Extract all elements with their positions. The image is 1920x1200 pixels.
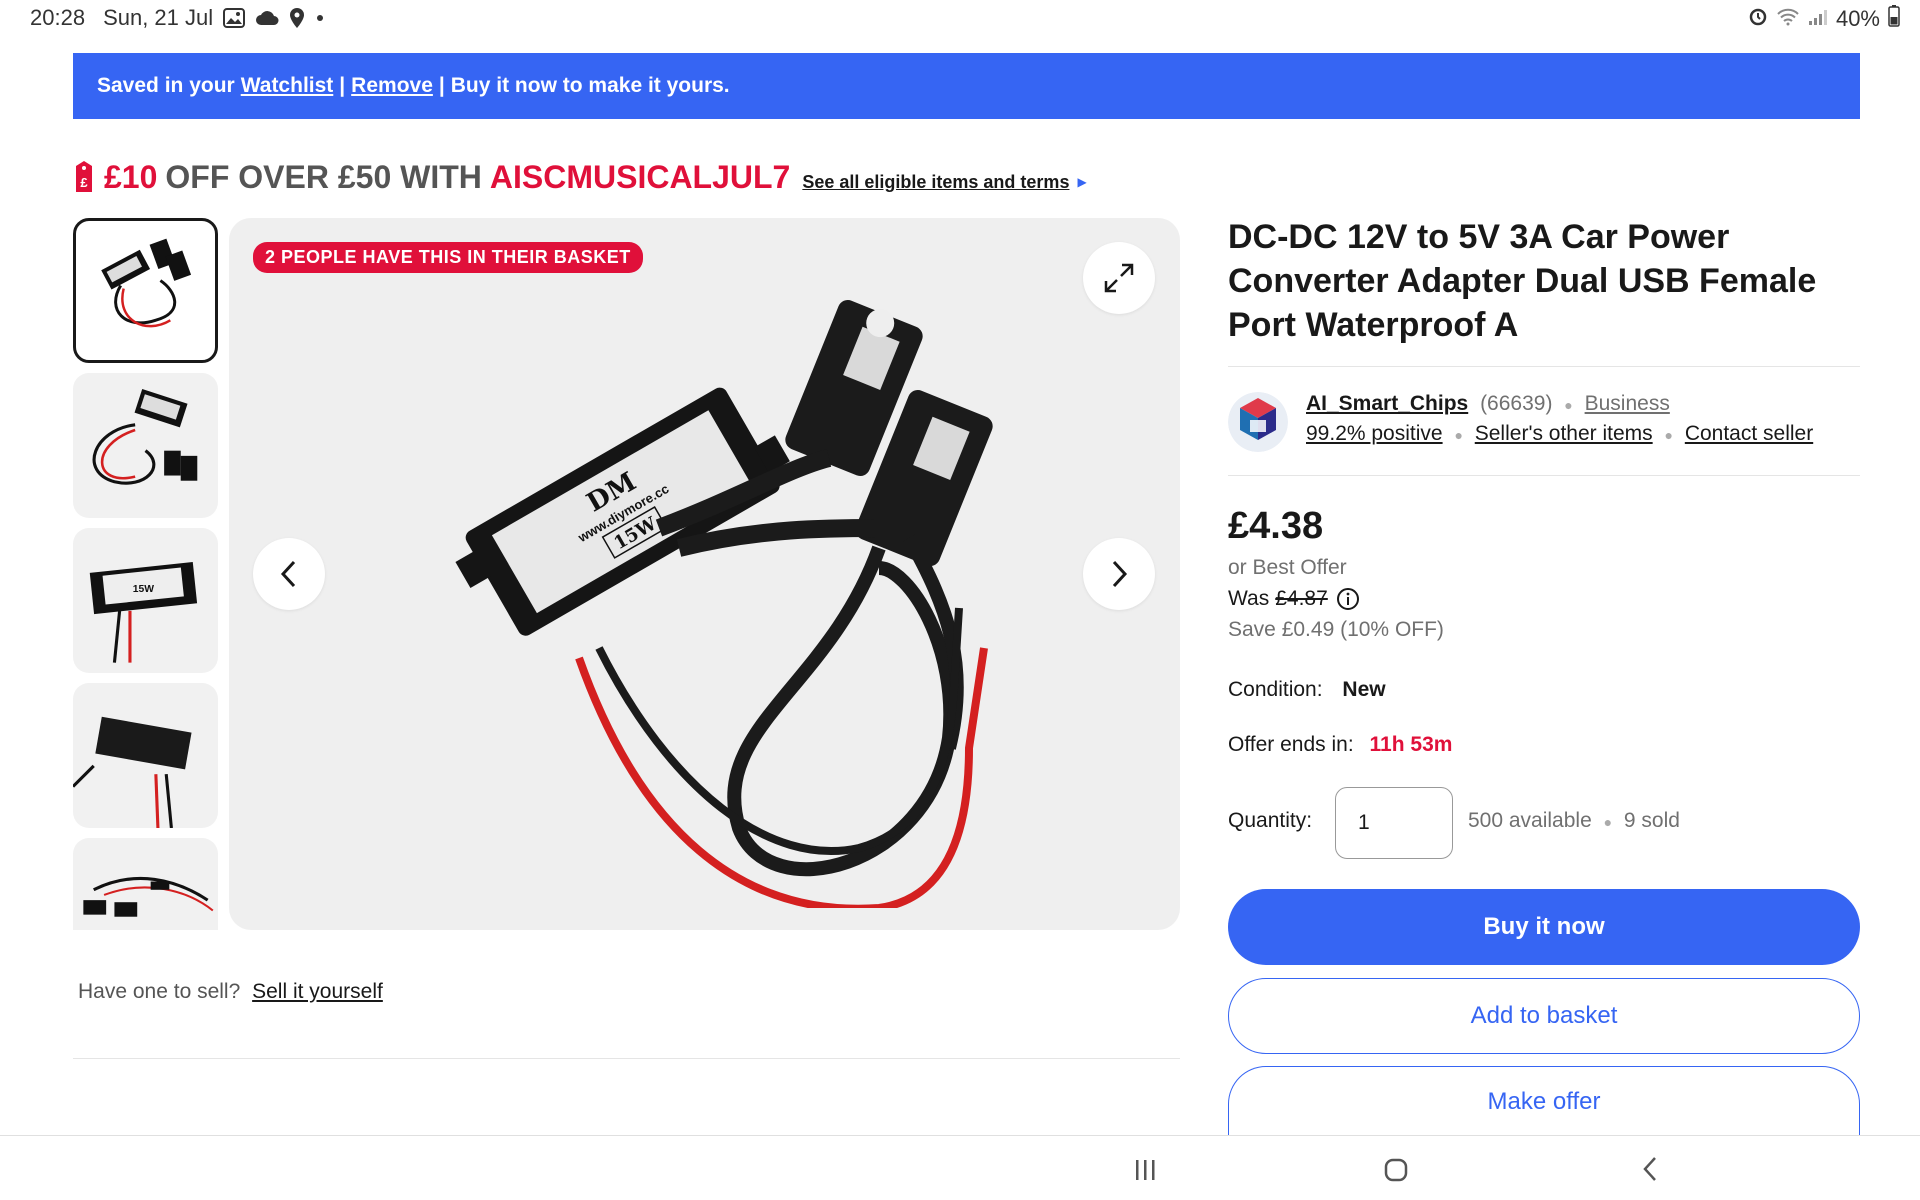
notification-dot-icon bbox=[315, 13, 325, 23]
coupon-tag-icon: £ bbox=[76, 161, 92, 192]
separator-dot: ● bbox=[1564, 397, 1573, 413]
add-to-basket-button[interactable]: Add to basket bbox=[1228, 978, 1860, 1054]
separator-dot: ● bbox=[1454, 427, 1463, 443]
seller-other-items-link[interactable]: Seller's other items bbox=[1475, 422, 1653, 445]
seller-avatar[interactable] bbox=[1228, 392, 1288, 452]
info-icon[interactable] bbox=[1336, 587, 1360, 611]
product-thumbnail-image bbox=[92, 389, 198, 485]
condition: Condition: New bbox=[1228, 678, 1386, 702]
product-thumbnail-image bbox=[83, 877, 214, 917]
offer-ends-value: 11h 53m bbox=[1369, 733, 1453, 756]
offer-timer: Offer ends in: 11h 53m bbox=[1228, 733, 1452, 757]
thumbnail-4[interactable] bbox=[73, 683, 218, 828]
banner-prefix: Saved in your bbox=[97, 74, 235, 97]
wifi-icon bbox=[1776, 6, 1800, 32]
product-thumbnail-image: 15W bbox=[89, 562, 198, 663]
divider bbox=[1228, 366, 1860, 367]
savings-text: Save £0.49 (10% OFF) bbox=[1228, 618, 1444, 641]
basket-count-badge: 2 PEOPLE HAVE THIS IN THEIR BASKET bbox=[253, 242, 643, 273]
banner-suffix: Buy it now to make it yours. bbox=[450, 74, 730, 97]
promo-amount: £10 bbox=[104, 158, 158, 195]
condition-label: Condition: bbox=[1228, 678, 1323, 701]
main-product-image[interactable]: DM www.diymore.cc 15W 2 PEOPLE HAVE THIS… bbox=[229, 218, 1180, 930]
alarm-icon bbox=[1748, 6, 1768, 32]
watchlist-link[interactable]: Watchlist bbox=[241, 74, 334, 98]
seller-feedback-link[interactable]: 99.2% positive bbox=[1306, 422, 1443, 445]
coupon-promo: £ £10 OFF OVER £50 WITH AISCMUSICALJUL7 … bbox=[72, 154, 1087, 200]
product-photo: DM www.diymore.cc 15W bbox=[455, 299, 993, 908]
promo-arrow-icon: ▶ bbox=[1077, 175, 1087, 189]
next-image-button[interactable] bbox=[1083, 538, 1155, 610]
signal-icon bbox=[1808, 6, 1828, 32]
make-offer-button[interactable]: Make offer bbox=[1228, 1066, 1860, 1136]
seller-feedback-count: (66639) bbox=[1480, 392, 1553, 415]
condition-value: New bbox=[1342, 678, 1386, 701]
back-icon[interactable] bbox=[1636, 1154, 1666, 1184]
thumbnail-2[interactable] bbox=[73, 373, 218, 518]
promo-code: AISCMUSICALJUL7 bbox=[489, 158, 791, 195]
home-icon[interactable] bbox=[1381, 1154, 1411, 1184]
thumbnail-3[interactable]: 15W bbox=[73, 528, 218, 673]
product-thumbnail-image bbox=[101, 238, 192, 328]
contact-seller-link[interactable]: Contact seller bbox=[1685, 422, 1813, 445]
divider bbox=[1228, 475, 1860, 476]
banner-separator: | bbox=[339, 74, 346, 97]
sell-question: Have one to sell? bbox=[78, 980, 241, 1003]
svg-text:15W: 15W bbox=[133, 584, 155, 595]
status-time: 20:28 bbox=[30, 5, 86, 30]
seller-logo-icon bbox=[1228, 392, 1288, 452]
promo-terms-link[interactable]: See all eligible items and terms bbox=[802, 172, 1069, 193]
product-thumbnail-image bbox=[73, 716, 192, 828]
buy-it-now-button[interactable]: Buy it now bbox=[1228, 889, 1860, 965]
best-offer-text: or Best Offer bbox=[1228, 556, 1347, 579]
recent-apps-icon[interactable] bbox=[1130, 1154, 1160, 1184]
business-seller-link[interactable]: Business bbox=[1585, 392, 1670, 415]
status-bar: 20:28 Sun, 21 Jul 40% bbox=[0, 0, 1920, 36]
price: £4.38 bbox=[1228, 505, 1324, 547]
sell-prompt: Have one to sell? Sell it yourself bbox=[78, 980, 383, 1004]
remove-link[interactable]: Remove bbox=[351, 74, 433, 98]
chevron-left-icon bbox=[280, 560, 296, 588]
sell-it-yourself-link[interactable]: Sell it yourself bbox=[252, 980, 383, 1003]
seller-info: AI_Smart_Chips (66639) ● Business 99.2% … bbox=[1228, 388, 1860, 458]
chevron-right-icon bbox=[1112, 560, 1128, 588]
quantity-label: Quantity: bbox=[1228, 809, 1313, 832]
promo-condition: OFF OVER £50 WITH bbox=[165, 158, 482, 195]
gallery-icon bbox=[223, 8, 246, 28]
location-icon bbox=[289, 7, 305, 29]
android-nav-bar bbox=[0, 1135, 1920, 1200]
divider bbox=[73, 1058, 1180, 1059]
seller-name-link[interactable]: AI_Smart_Chips bbox=[1306, 392, 1468, 415]
expand-icon bbox=[1104, 263, 1134, 293]
thumbnail-5[interactable] bbox=[73, 838, 218, 930]
previous-image-button[interactable] bbox=[253, 538, 325, 610]
battery-text: 40% bbox=[1835, 6, 1880, 31]
was-label: Was bbox=[1228, 587, 1270, 610]
cloud-icon bbox=[255, 10, 279, 26]
offer-ends-label: Offer ends in: bbox=[1228, 733, 1354, 756]
status-date: Sun, 21 Jul bbox=[103, 5, 214, 30]
availability: 500 available ● 9 sold bbox=[1468, 809, 1680, 833]
thumbnail-1[interactable] bbox=[73, 218, 218, 363]
thumbnail-list: 15W bbox=[73, 218, 218, 930]
was-price: Was £4.87 bbox=[1228, 587, 1360, 611]
separator-dot: ● bbox=[1603, 814, 1613, 830]
separator-dot: ● bbox=[1664, 427, 1673, 443]
svg-text:£: £ bbox=[80, 175, 88, 190]
was-price-value: £4.87 bbox=[1275, 587, 1328, 610]
quantity-input[interactable] bbox=[1335, 787, 1453, 859]
available-count: 500 available bbox=[1468, 809, 1592, 832]
fullscreen-button[interactable] bbox=[1083, 242, 1155, 314]
battery-icon bbox=[1888, 5, 1900, 33]
watchlist-banner: Saved in your Watchlist | Remove | Buy i… bbox=[73, 53, 1860, 119]
banner-separator: | bbox=[438, 74, 445, 97]
sold-count: 9 sold bbox=[1623, 809, 1680, 832]
product-title: DC-DC 12V to 5V 3A Car Power Converter A… bbox=[1228, 218, 1817, 344]
